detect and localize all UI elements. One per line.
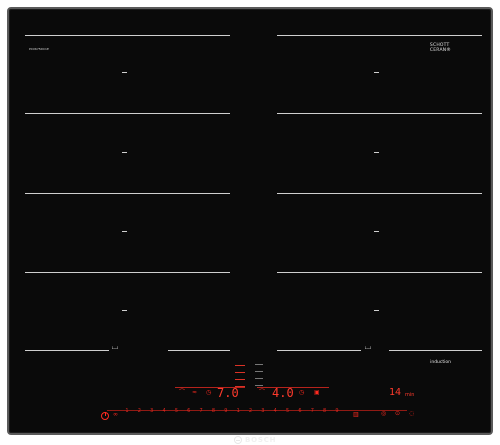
flex-zone-marker-left: └─┘ xyxy=(111,346,120,351)
slider-number[interactable]: 5 xyxy=(286,408,289,414)
slider-number[interactable]: 1 xyxy=(125,408,128,414)
slider-number[interactable]: 8 xyxy=(323,408,326,414)
zone-mark-left-3 xyxy=(122,231,127,232)
zone-mark-left-1 xyxy=(122,72,127,73)
timer-icon-left[interactable]: ◷ xyxy=(206,390,211,396)
zone-select-tick-right-2 xyxy=(255,371,263,372)
zone-line-left-bottom xyxy=(25,350,109,351)
boost-icon-left[interactable]: ≈ xyxy=(192,390,197,396)
zone-line-right-3 xyxy=(277,193,482,194)
timer-display: 14 xyxy=(389,387,402,398)
zone-mark-left-2 xyxy=(122,152,127,153)
slider-number[interactable]: 3 xyxy=(261,408,264,414)
flex-icon[interactable]: ▥ xyxy=(353,412,359,418)
slider-number[interactable]: 6 xyxy=(298,408,301,414)
timer-unit-label: min xyxy=(405,392,415,398)
slider-number[interactable]: 9 xyxy=(335,408,338,414)
clock-icon[interactable]: ⊙ xyxy=(395,411,400,417)
induction-label: induction xyxy=(430,360,451,365)
lock-icon[interactable]: ▣ xyxy=(314,390,320,396)
zone-select-tick-3 xyxy=(235,379,245,380)
slider-number[interactable]: 1 xyxy=(237,408,240,414)
pan-icon-right[interactable]: ⌒ xyxy=(259,390,265,396)
zone-line-right-bottom-2 xyxy=(389,350,482,351)
zone-mark-right-2 xyxy=(374,152,379,153)
slider-number[interactable]: 9 xyxy=(224,408,227,414)
schott-ceran-logo: SCHOTT CERAN® xyxy=(430,43,451,53)
slider-number[interactable]: 7 xyxy=(200,408,203,414)
zone-mark-right-3 xyxy=(374,231,379,232)
flex-zone-marker-right: └─┘ xyxy=(364,346,373,351)
slider-number[interactable]: 6 xyxy=(187,408,190,414)
zone-mark-left-4 xyxy=(122,310,127,311)
pan-icon-left[interactable]: ⌒ xyxy=(179,390,185,396)
slider-number[interactable]: 3 xyxy=(150,408,153,414)
zone-line-left-4 xyxy=(25,272,230,273)
zone-select-tick-right-3 xyxy=(255,378,263,379)
ceran-label: CERAN® xyxy=(429,48,451,53)
zone-line-left-top xyxy=(25,35,230,36)
ceramic-glass-surface: PXX675DC1E SCHOTT CERAN® └─┘ └─┘ inducti… xyxy=(9,9,491,444)
timer-icon-right[interactable]: ◷ xyxy=(299,390,304,396)
settings-icon[interactable]: ◌ xyxy=(409,411,414,417)
zone-line-right-2 xyxy=(277,113,482,114)
zone-mark-right-4 xyxy=(374,310,379,311)
zone-select-tick-right-4 xyxy=(255,385,263,386)
zone-line-left-bottom-2 xyxy=(168,350,230,351)
slider-number[interactable]: 4 xyxy=(274,408,277,414)
zone-line-right-bottom xyxy=(277,350,361,351)
zone-line-left-2 xyxy=(25,113,230,114)
zone-select-tick-1 xyxy=(235,365,245,366)
induction-cooktop: PXX675DC1E SCHOTT CERAN® └─┘ └─┘ inducti… xyxy=(7,7,493,444)
bosch-armature-icon xyxy=(234,436,242,444)
zone-line-right-top xyxy=(277,35,482,36)
model-tag: PXX675DC1E xyxy=(29,47,49,51)
slider-number[interactable]: 8 xyxy=(212,408,215,414)
bosch-label: BOSCH xyxy=(245,436,277,444)
timer-button-icon[interactable]: ◎ xyxy=(381,411,386,417)
slider-number[interactable]: 4 xyxy=(162,408,165,414)
left-power-level-display: 7.0 xyxy=(217,386,239,400)
zone-line-right-4 xyxy=(277,272,482,273)
product-image-frame: PXX675DC1E SCHOTT CERAN® └─┘ └─┘ inducti… xyxy=(0,0,500,444)
zone-line-left-3 xyxy=(25,193,230,194)
zone-select-tick-2 xyxy=(235,372,245,373)
right-power-level-display: 4.0 xyxy=(272,386,294,400)
zone-mark-right-1 xyxy=(374,72,379,73)
zone-select-tick-right-1 xyxy=(255,364,263,365)
slider-number[interactable]: 5 xyxy=(175,408,178,414)
slider-number[interactable]: 7 xyxy=(311,408,314,414)
bosch-logo: BOSCH xyxy=(234,435,292,445)
slider-number[interactable]: 2 xyxy=(138,408,141,414)
slider-number[interactable]: 2 xyxy=(249,408,252,414)
